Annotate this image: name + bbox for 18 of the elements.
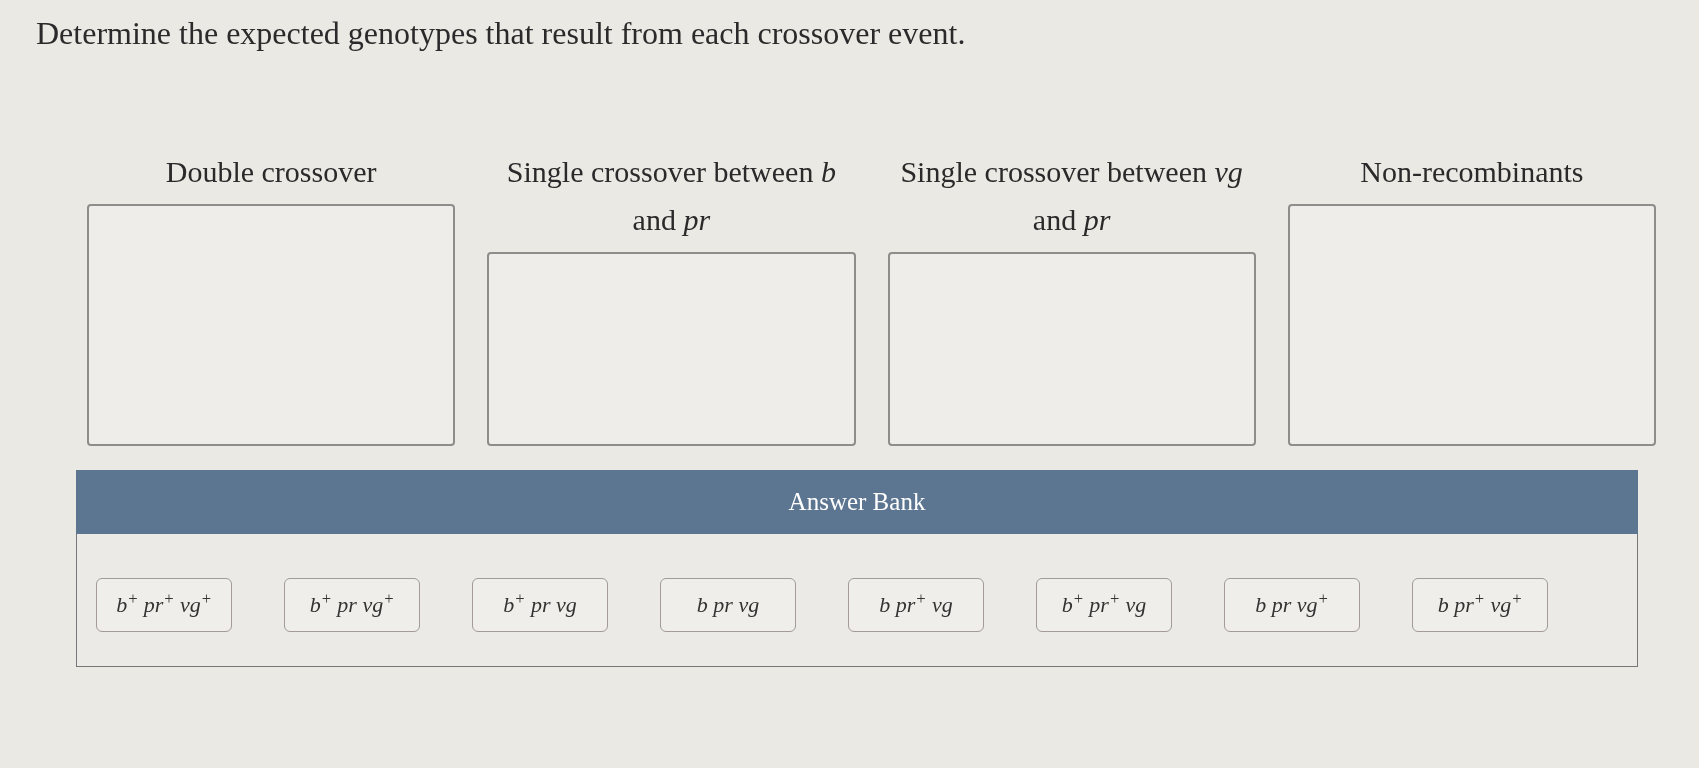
genotype-chip[interactable]: b$^{+}$ pr vg xyxy=(472,578,608,632)
genotype-chip[interactable]: b$^{+}$ pr$^{+}$ vg xyxy=(1036,578,1172,632)
category-heading: Single crossover between b and pr xyxy=(505,154,837,238)
answer-box[interactable] xyxy=(87,204,456,446)
genotype-chip[interactable]: b pr$^{+}$ vg xyxy=(848,578,984,632)
category-heading: Non-recombinants xyxy=(1360,154,1584,190)
answer-bank-title: Answer Bank xyxy=(788,487,926,517)
answer-box[interactable] xyxy=(487,252,856,446)
genotype-chip[interactable]: b$^{+}$ pr$^{+}$ vg$^{+}$ xyxy=(96,578,232,632)
category-heading: Single crossover between vg and pr xyxy=(899,154,1244,238)
genotype-chip[interactable]: b pr vg$^{+}$ xyxy=(1224,578,1360,632)
answer-box[interactable] xyxy=(1287,204,1656,446)
genotype-chip[interactable]: b$^{+}$ pr vg$^{+}$ xyxy=(284,578,420,632)
answer-box[interactable] xyxy=(887,252,1256,446)
question-prompt: Determine the expected genotypes that result from each crossover event. xyxy=(36,14,966,53)
category-heading: Double crossover xyxy=(165,154,377,190)
genotype-chip[interactable]: b pr vg xyxy=(660,578,796,632)
genotype-chip[interactable]: b pr$^{+}$ vg$^{+}$ xyxy=(1412,578,1548,632)
